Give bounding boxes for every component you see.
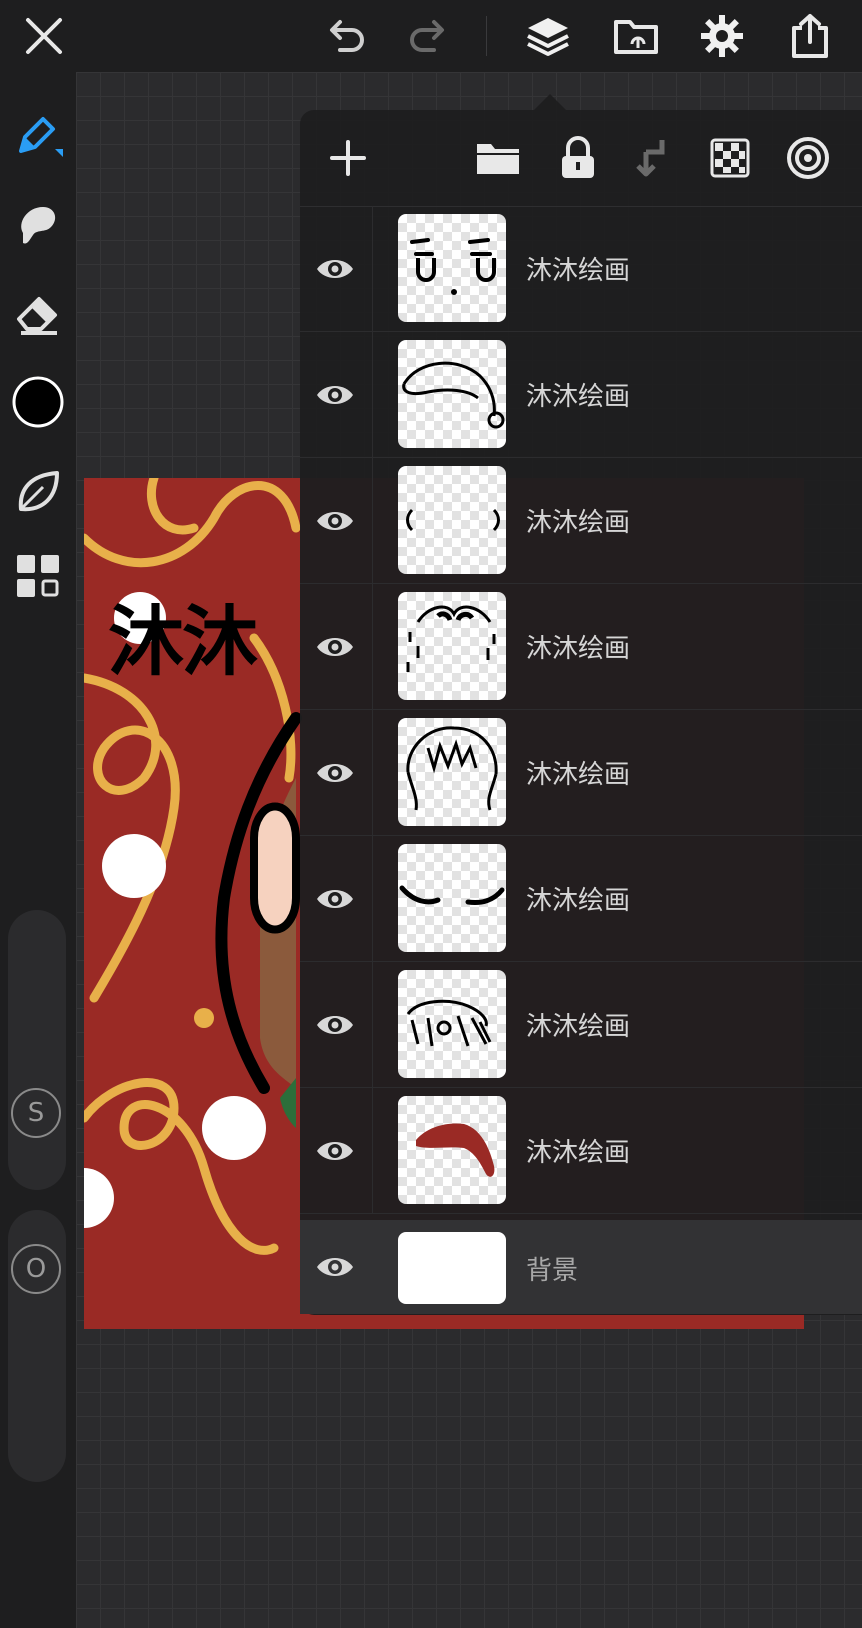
opacity-knob[interactable]: O xyxy=(11,1244,61,1294)
row-divider xyxy=(372,1088,373,1213)
layer-name: 沐沐绘画 xyxy=(526,256,631,286)
import-icon[interactable] xyxy=(610,10,662,62)
settings-icon[interactable] xyxy=(696,10,748,62)
mask-icon[interactable] xyxy=(782,132,834,184)
add-icon[interactable] xyxy=(322,132,374,184)
layer-row[interactable]: 沐沐绘画 xyxy=(300,458,862,584)
merge-down-icon[interactable] xyxy=(628,132,680,184)
background-layer-row[interactable]: 背景 xyxy=(300,1220,862,1314)
layer-thumbnail xyxy=(398,340,506,448)
layer-row[interactable]: 沐沐绘画 xyxy=(300,1088,862,1214)
row-divider xyxy=(372,584,373,709)
layer-row[interactable]: 沐沐绘画 xyxy=(300,962,862,1088)
share-icon[interactable] xyxy=(784,10,836,62)
row-divider xyxy=(372,206,373,331)
eye-icon[interactable] xyxy=(314,248,356,290)
eye-icon[interactable] xyxy=(314,1246,356,1288)
eye-icon[interactable] xyxy=(314,1130,356,1172)
folder-icon[interactable] xyxy=(472,132,524,184)
eye-icon[interactable] xyxy=(314,1004,356,1046)
layer-row[interactable]: 沐沐绘画 xyxy=(300,332,862,458)
eye-icon[interactable] xyxy=(314,626,356,668)
layer-name: 沐沐绘画 xyxy=(526,382,631,412)
layer-row[interactable]: 沐沐绘画 xyxy=(300,584,862,710)
layer-thumbnail xyxy=(398,592,506,700)
eye-icon[interactable] xyxy=(314,500,356,542)
layer-thumbnail xyxy=(398,718,506,826)
layer-row[interactable]: 沐沐绘画 xyxy=(300,836,862,962)
leaf-icon[interactable] xyxy=(8,462,68,522)
redo-icon[interactable] xyxy=(400,10,452,62)
row-divider xyxy=(372,710,373,835)
top-toolbar xyxy=(0,0,862,72)
row-divider xyxy=(372,332,373,457)
row-divider xyxy=(372,836,373,961)
row-divider xyxy=(372,962,373,1087)
undo-icon[interactable] xyxy=(322,10,374,62)
size-label: S xyxy=(27,1098,45,1128)
background-thumbnail xyxy=(398,1232,506,1304)
close-icon[interactable] xyxy=(18,10,70,62)
row-divider xyxy=(372,458,373,583)
layer-name: 沐沐绘画 xyxy=(526,508,631,538)
color-swatch[interactable] xyxy=(8,372,68,432)
eye-icon[interactable] xyxy=(314,878,356,920)
layer-thumbnail xyxy=(398,214,506,322)
layers-icon[interactable] xyxy=(522,10,574,62)
lock-icon[interactable] xyxy=(552,132,604,184)
canvas-text: 沐沐 xyxy=(108,597,258,686)
layers-toolbar xyxy=(300,110,862,207)
brush-size-slider[interactable] xyxy=(8,910,66,1190)
layer-name: 沐沐绘画 xyxy=(526,886,631,916)
layer-name: 背景 xyxy=(526,1256,579,1286)
opacity-label: O xyxy=(25,1254,47,1284)
layer-name: 沐沐绘画 xyxy=(526,1012,631,1042)
layer-thumbnail xyxy=(398,970,506,1078)
layers-panel: 沐沐绘画 沐沐绘画 沐沐绘画 沐沐绘画 沐沐绘画 沐沐绘画 沐沐绘画 沐沐绘画 … xyxy=(300,110,862,1315)
layer-thumbnail xyxy=(398,1096,506,1204)
layer-thumbnail xyxy=(398,466,506,574)
layer-row[interactable]: 沐沐绘画 xyxy=(300,206,862,332)
layer-row[interactable]: 沐沐绘画 xyxy=(300,710,862,836)
layer-name: 沐沐绘画 xyxy=(526,760,631,790)
layer-name: 沐沐绘画 xyxy=(526,634,631,664)
brush-size-knob[interactable]: S xyxy=(11,1088,61,1138)
tool-sidebar: S O xyxy=(0,72,76,1628)
layer-thumbnail xyxy=(398,844,506,952)
toolbar-divider xyxy=(486,16,487,56)
pencil-icon[interactable] xyxy=(8,106,68,166)
layers-panel-caret xyxy=(534,94,566,110)
layer-name: 沐沐绘画 xyxy=(526,1138,631,1168)
eye-icon[interactable] xyxy=(314,374,356,416)
eraser-icon[interactable] xyxy=(8,284,68,344)
grid-icon[interactable] xyxy=(8,546,68,606)
alpha-lock-icon[interactable] xyxy=(704,132,756,184)
eye-icon[interactable] xyxy=(314,752,356,794)
smudge-icon[interactable] xyxy=(8,194,68,254)
